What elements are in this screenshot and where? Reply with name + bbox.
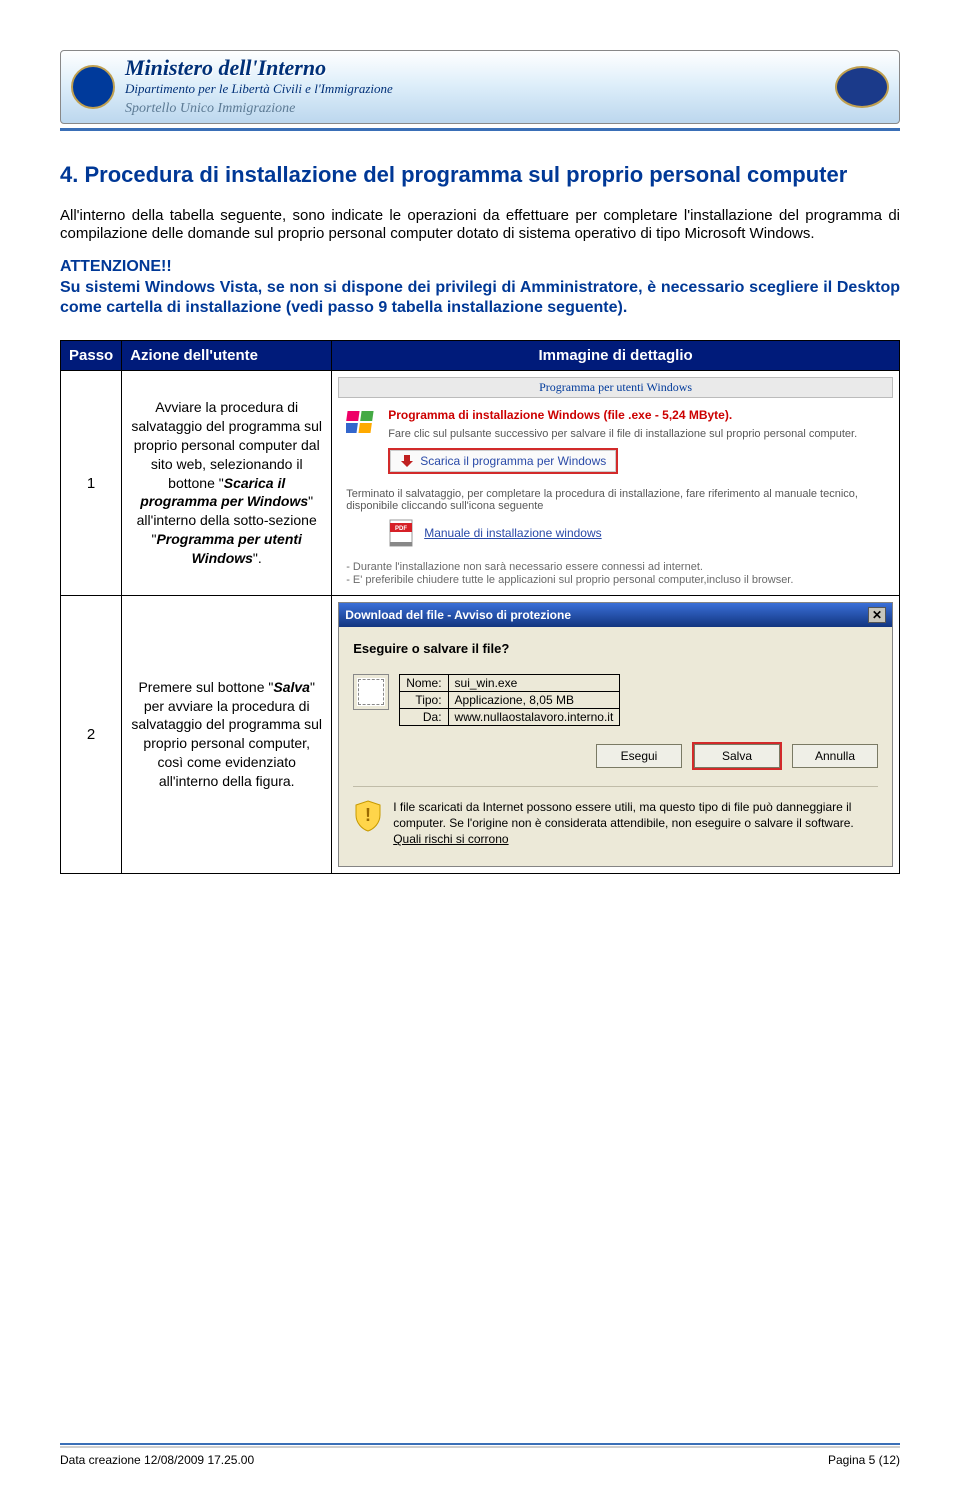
value-da: www.nullaostalavoro.interno.it — [448, 709, 620, 726]
label-nome: Nome: — [400, 675, 448, 692]
file-icon — [353, 674, 389, 710]
dialog-question: Eseguire o salvare il file? — [353, 641, 878, 656]
col-immagine-header: Immagine di dettaglio — [332, 341, 900, 371]
value-nome: sui_win.exe — [448, 675, 620, 692]
dialog-title: Download del file - Avviso di protezione — [345, 608, 571, 622]
close-icon[interactable]: ✕ — [868, 607, 886, 623]
warning-body: I file scaricati da Internet possono ess… — [393, 800, 854, 830]
intro-paragraph: All'interno della tabella seguente, sono… — [60, 207, 900, 245]
panel-title: Programma per utenti Windows — [338, 377, 893, 398]
svg-text:!: ! — [365, 805, 371, 825]
screenshot-download-dialog: Download del file - Avviso di protezione… — [338, 602, 893, 867]
installer-notes: - Durante l'installazione non sarà neces… — [338, 554, 893, 589]
windows-logo-icon — [346, 408, 380, 438]
pdf-icon: PDF — [388, 518, 416, 548]
footer-date: Data creazione 12/08/2009 17.25.00 — [60, 1453, 254, 1467]
col-azione-header: Azione dell'utente — [122, 341, 332, 371]
table-row: 2 Premere sul bottone "Salva" per avviar… — [61, 596, 900, 874]
col-passo-header: Passo — [61, 341, 122, 371]
download-button-label: Scarica il programma per Windows — [420, 454, 606, 468]
esegui-button[interactable]: Esegui — [596, 744, 682, 768]
banner-title: Ministero dell'Interno — [125, 57, 825, 79]
download-arrow-icon — [400, 454, 414, 468]
action-button-name: Salva — [273, 679, 310, 695]
page: Ministero dell'Interno Dipartimento per … — [0, 0, 960, 1495]
warning-body: Su sistemi Windows Vista, se non si disp… — [60, 278, 900, 318]
salva-button[interactable]: Salva — [694, 744, 780, 768]
note-line: - Durante l'installazione non sarà neces… — [346, 561, 885, 573]
svg-text:PDF: PDF — [395, 526, 407, 532]
footer-rule — [60, 1443, 900, 1445]
installer-title: Programma di installazione Windows (file… — [388, 408, 885, 422]
footer-page: Pagina 5 (12) — [828, 1453, 900, 1467]
action-text: Premere sul bottone " — [138, 679, 273, 695]
step-screenshot: Programma per utenti Windows Programma d… — [332, 371, 900, 596]
banner-subtitle: Dipartimento per le Libertà Civili e l'I… — [125, 81, 825, 97]
value-tipo: Applicazione, 8,05 MB — [448, 692, 620, 709]
download-button[interactable]: Scarica il programma per Windows — [388, 448, 618, 474]
emblem-left-icon — [71, 65, 115, 109]
emblem-right-icon — [835, 66, 889, 108]
banner-titles: Ministero dell'Interno Dipartimento per … — [125, 57, 825, 117]
label-da: Da: — [400, 709, 448, 726]
header-banner: Ministero dell'Interno Dipartimento per … — [60, 50, 900, 124]
page-footer: Data creazione 12/08/2009 17.25.00 Pagin… — [60, 1443, 900, 1467]
screenshot-download-panel: Programma per utenti Windows Programma d… — [338, 377, 893, 589]
annulla-button[interactable]: Annulla — [792, 744, 878, 768]
step-action: Premere sul bottone "Salva" per avviare … — [122, 596, 332, 874]
dialog-titlebar: Download del file - Avviso di protezione… — [339, 603, 892, 627]
step-number: 2 — [61, 596, 122, 874]
shield-warning-icon: ! — [353, 799, 383, 833]
installer-help1: Fare clic sul pulsante successivo per sa… — [388, 428, 885, 440]
dialog-warning-text: I file scaricati da Internet possono ess… — [393, 799, 878, 848]
step-number: 1 — [61, 371, 122, 596]
section-heading: 4. Procedura di installazione del progra… — [60, 161, 900, 189]
action-section-name: Programma per utenti Windows — [156, 531, 301, 566]
action-text: " per avviare la procedura di salvataggi… — [131, 679, 322, 789]
table-row: 1 Avviare la procedura di salvataggio de… — [61, 371, 900, 596]
label-tipo: Tipo: — [400, 692, 448, 709]
note-line: - E' preferibile chiudere tutte le appli… — [346, 574, 885, 586]
step-screenshot: Download del file - Avviso di protezione… — [332, 596, 900, 874]
installer-help2: Terminato il salvataggio, per completare… — [338, 488, 893, 512]
steps-table: Passo Azione dell'utente Immagine di det… — [60, 340, 900, 874]
action-text: ". — [253, 550, 262, 566]
manual-link-row: PDF Manuale di installazione windows — [388, 518, 893, 548]
step-action: Avviare la procedura di salvataggio del … — [122, 371, 332, 596]
banner-slogan: Sportello Unico Immigrazione — [125, 101, 825, 117]
warning-link[interactable]: Quali rischi si corrono — [393, 832, 508, 846]
header-rule — [60, 128, 900, 131]
manual-link[interactable]: Manuale di installazione windows — [424, 526, 601, 540]
action-button-name: Scarica il programma per Windows — [140, 475, 308, 510]
warning-title: ATTENZIONE!! — [60, 258, 900, 276]
